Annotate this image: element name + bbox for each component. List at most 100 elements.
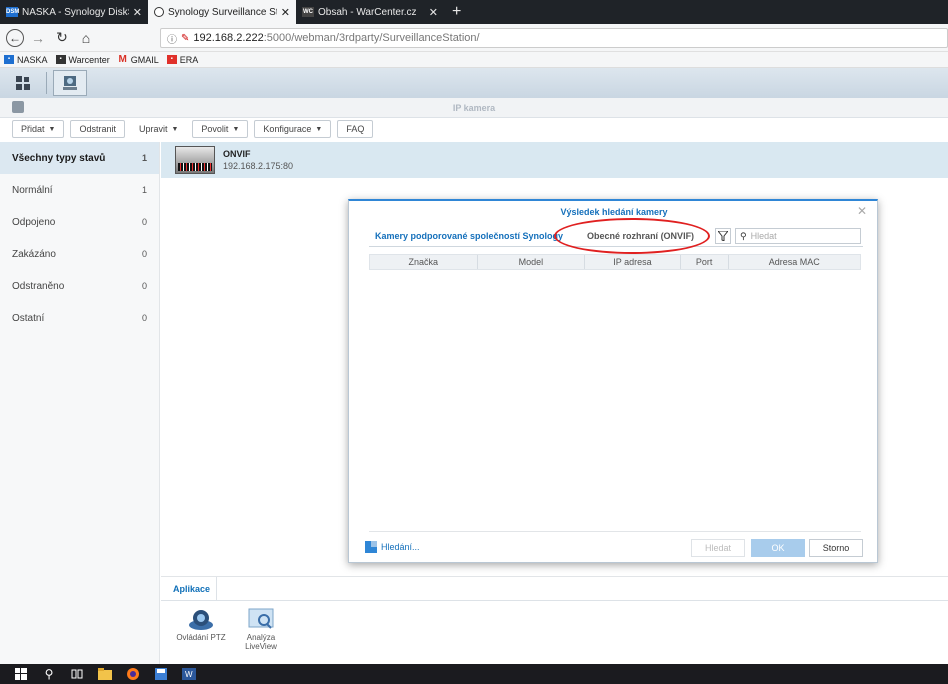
close-icon[interactable]: ✕: [133, 6, 142, 19]
sidebar-item-normal[interactable]: Normální 1: [0, 174, 159, 206]
sidebar-item-count: 0: [141, 217, 147, 227]
dsm-favicon-icon: DSM: [6, 7, 20, 17]
new-tab-icon[interactable]: +: [444, 0, 469, 24]
reload-icon[interactable]: ↻: [52, 28, 72, 48]
column-mac-address[interactable]: Adresa MAC: [729, 255, 860, 269]
search-icon: ⚲: [740, 230, 747, 241]
tab-onvif[interactable]: Obecné rozhraní (ONVIF): [581, 225, 700, 247]
home-icon[interactable]: ⌂: [76, 28, 96, 48]
bookmark-label: GMAIL: [130, 54, 159, 65]
tab-label: Synology Surveillance Station -: [168, 6, 277, 18]
dialog-footer: Hledání... Hledat OK Storno: [349, 537, 879, 561]
browser-tab-surveillance[interactable]: Synology Surveillance Station - ✕: [148, 0, 296, 24]
info-icon[interactable]: ⓘ: [167, 31, 177, 46]
browser-tab-warcenter[interactable]: WC Obsah - WarCenter.cz ✕: [296, 0, 444, 24]
edit-button[interactable]: Upravit ▼: [130, 120, 187, 138]
wc-icon: ▪: [55, 55, 66, 64]
app-liveview-analytics[interactable]: Analýza LiveView: [231, 607, 291, 651]
camera-ip: 192.168.2.175:80: [223, 161, 294, 171]
forward-arrow-icon[interactable]: →: [28, 28, 48, 48]
loading-icon: [365, 541, 377, 553]
dsm-icon: ▪: [4, 55, 14, 64]
filter-icon[interactable]: [715, 228, 731, 244]
sidebar-item-label: Odpojeno: [12, 216, 56, 228]
enable-button[interactable]: Povolit ▼: [192, 120, 249, 138]
close-icon[interactable]: ✕: [281, 6, 290, 19]
tab-applications[interactable]: Aplikace: [167, 576, 218, 601]
browser-nav-bar: ← → ↻ ⌂ ⓘ ✎ 192.168.2.222 :5000/webman/3…: [0, 24, 948, 52]
sidebar-item-disconnected[interactable]: Odpojeno 0: [0, 206, 159, 238]
search-button[interactable]: Hledat: [691, 539, 745, 557]
ok-button[interactable]: OK: [751, 539, 805, 557]
bookmark-era[interactable]: ▪ ERA: [166, 55, 198, 65]
chevron-down-icon: ▼: [232, 125, 240, 133]
app-label: Analýza LiveView: [245, 633, 277, 651]
cancel-button[interactable]: Storno: [809, 539, 863, 557]
camera-name: ONVIF: [223, 149, 251, 159]
bottom-tabs: Aplikace: [161, 576, 948, 601]
add-button[interactable]: Přidat ▼: [12, 120, 65, 138]
search-icon[interactable]: ⚲: [38, 664, 60, 684]
sidebar-item-count: 0: [141, 249, 147, 259]
wc-favicon-icon: WC: [302, 7, 314, 17]
search-progress: Hledání...: [365, 541, 420, 553]
url-bar[interactable]: ⓘ ✎ 192.168.2.222 :5000/webman/3rdparty/…: [160, 28, 948, 48]
tab-label: NASKA - Synology DiskStation: [22, 6, 129, 18]
ptz-camera-icon: [189, 610, 213, 630]
eye-favicon-icon: [154, 7, 164, 17]
results-table-body: [369, 270, 861, 532]
sidebar-item-other[interactable]: Ostatní 0: [0, 302, 159, 334]
windows-start-icon[interactable]: [10, 664, 32, 684]
camera-search-dialog: Výsledek hledání kamery ✕ Kamery podporo…: [348, 199, 878, 563]
firefox-icon[interactable]: [122, 664, 144, 684]
search-input[interactable]: ⚲ Hledat: [735, 228, 861, 244]
surveillance-app-icon[interactable]: [53, 70, 87, 96]
browser-tab-bar: DSM NASKA - Synology DiskStation ✕ Synol…: [0, 0, 948, 24]
back-arrow-icon[interactable]: ←: [6, 28, 24, 47]
faq-label: FAQ: [346, 124, 365, 134]
search-placeholder: Hledat: [750, 231, 777, 241]
gmail-icon: M: [118, 54, 127, 65]
configuration-button[interactable]: Konfigurace ▼: [254, 120, 332, 138]
task-view-icon[interactable]: [66, 664, 88, 684]
enable-label: Povolit: [201, 124, 229, 134]
column-model[interactable]: Model: [478, 255, 586, 269]
main-menu-icon[interactable]: [6, 70, 40, 96]
sidebar-item-disabled[interactable]: Zakázáno 0: [0, 238, 159, 270]
sidebar-item-label: Odstraněno: [12, 280, 65, 292]
close-icon[interactable]: ✕: [857, 204, 867, 218]
bookmark-warcenter[interactable]: ▪ Warcenter: [55, 55, 110, 65]
app-label: Ovládání PTZ: [176, 633, 226, 642]
bookmark-gmail[interactable]: M GMAIL: [118, 55, 159, 65]
tab-supported-cameras[interactable]: Kamery podporované společností Synology: [369, 225, 569, 247]
column-brand[interactable]: Značka: [370, 255, 478, 269]
results-table-header: Značka Model IP adresa Port Adresa MAC: [369, 254, 861, 270]
remove-label: Odstranit: [79, 124, 116, 134]
chevron-down-icon: ▼: [48, 125, 56, 133]
remove-button[interactable]: Odstranit: [70, 120, 125, 138]
file-explorer-icon[interactable]: [94, 664, 116, 684]
chevron-down-icon: ▼: [315, 125, 323, 133]
chevron-down-icon: ▼: [171, 125, 179, 133]
app-ptz-control[interactable]: Ovládání PTZ: [171, 607, 231, 651]
sidebar-item-label: Ostatní: [12, 312, 45, 324]
svg-text:W: W: [185, 670, 193, 679]
faq-button[interactable]: FAQ: [337, 120, 374, 138]
app-list: Ovládání PTZ Analýza LiveView: [161, 601, 948, 651]
word-icon[interactable]: W: [178, 664, 200, 684]
sidebar-item-count: 0: [141, 313, 147, 323]
sidebar-item-count: 1: [141, 185, 147, 195]
bookmark-naska[interactable]: ▪ NASKA: [4, 55, 48, 65]
sidebar-item-deleted[interactable]: Odstraněno 0: [0, 270, 159, 302]
column-port[interactable]: Port: [681, 255, 729, 269]
camera-row[interactable]: ONVIF 192.168.2.175:80: [161, 142, 948, 178]
sidebar-item-label: Všechny typy stavů: [12, 152, 106, 164]
windows-taskbar: ⚲ W: [0, 664, 948, 684]
save-icon[interactable]: [150, 664, 172, 684]
close-icon[interactable]: ✕: [429, 6, 438, 19]
insecure-lock-icon: ✎: [181, 32, 190, 44]
sidebar-item-all[interactable]: Všechny typy stavů 1: [0, 142, 159, 174]
thumbnail-stripe: [178, 163, 212, 171]
column-ip-address[interactable]: IP adresa: [585, 255, 681, 269]
browser-tab-diskstation[interactable]: DSM NASKA - Synology DiskStation ✕: [0, 0, 148, 24]
